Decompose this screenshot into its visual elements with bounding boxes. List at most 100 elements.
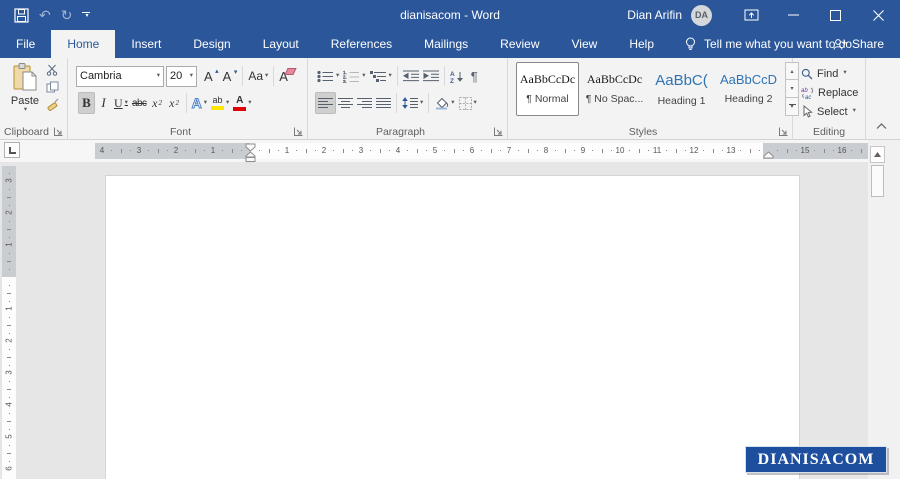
signed-in-user[interactable]: Dian Arifin xyxy=(627,8,682,22)
style-card-heading-1[interactable]: AaBbC(Heading 1 xyxy=(650,62,713,116)
maximize-button[interactable] xyxy=(814,0,856,30)
vertical-scrollbar[interactable] xyxy=(870,143,885,479)
sort-button[interactable]: AZ xyxy=(448,65,466,87)
scroll-up-icon[interactable] xyxy=(870,146,885,163)
replace-button[interactable]: ab ac Replace xyxy=(793,83,865,102)
tab-file[interactable]: File xyxy=(0,30,51,58)
numbering-button[interactable]: 1. 2. 3. ▾ xyxy=(341,65,367,87)
shading-button[interactable]: ▾ xyxy=(432,92,456,114)
line-spacing-button[interactable]: ▾ xyxy=(400,92,425,114)
bold-button[interactable]: B xyxy=(78,92,95,114)
multilevel-list-button[interactable]: ▾ xyxy=(368,65,394,87)
format-painter-icon[interactable] xyxy=(46,98,59,111)
select-cursor-icon xyxy=(801,105,813,118)
find-label: Find xyxy=(817,67,839,80)
font-color-button[interactable]: A ▾ xyxy=(231,92,253,114)
redo-icon[interactable]: ↻ xyxy=(61,8,73,22)
show-paragraph-marks-button[interactable]: ¶ xyxy=(466,65,483,87)
increase-indent-button[interactable] xyxy=(421,65,441,87)
tell-me-box[interactable]: Tell me what you want to do xyxy=(684,30,852,58)
scrollbar-thumb[interactable] xyxy=(871,165,884,197)
document-page[interactable] xyxy=(105,175,800,479)
close-button[interactable] xyxy=(856,0,900,30)
paragraph-dialog-launcher-icon[interactable] xyxy=(493,126,504,137)
tab-layout[interactable]: Layout xyxy=(247,30,315,58)
copy-icon[interactable] xyxy=(46,81,59,93)
align-center-button[interactable] xyxy=(336,92,355,114)
ruler-tick xyxy=(666,150,668,151)
style-card-heading-2[interactable]: AaBbCcD Heading 2 xyxy=(717,62,780,116)
ruler-tick xyxy=(231,149,233,153)
style-card--normal[interactable]: AaBbCcDc ¶ Normal xyxy=(516,62,579,116)
ruler-tick xyxy=(9,381,10,382)
tab-mailings[interactable]: Mailings xyxy=(408,30,484,58)
justify-button[interactable] xyxy=(374,92,393,114)
minimize-button[interactable] xyxy=(772,0,814,30)
ruler-tick xyxy=(610,150,612,151)
undo-icon[interactable]: ↶ xyxy=(39,8,51,22)
paste-clipboard-icon xyxy=(11,62,39,92)
tab-home[interactable]: Home xyxy=(51,30,116,58)
ruler-tick xyxy=(777,150,779,151)
customize-quick-access-icon[interactable]: ▾ xyxy=(82,11,91,19)
tab-design[interactable]: Design xyxy=(177,30,246,58)
font-group: Cambria ▾ 20 ▾ A A Aa▾ A B I U▾ abc x2 x… xyxy=(68,58,308,140)
align-right-button[interactable] xyxy=(355,92,374,114)
right-indent-marker[interactable] xyxy=(763,151,774,159)
left-indent-marker[interactable] xyxy=(245,143,256,162)
svg-text:3.: 3. xyxy=(343,79,347,83)
select-label: Select xyxy=(817,105,848,118)
font-dialog-launcher-icon[interactable] xyxy=(293,126,304,137)
svg-text:ab: ab xyxy=(801,88,808,94)
clear-formatting-button[interactable]: A xyxy=(277,65,295,87)
styles-dialog-launcher-icon[interactable] xyxy=(778,126,789,137)
ruler-tick xyxy=(527,149,529,153)
vertical-ruler[interactable]: 3 2 1 1 2 3 4 5 6 xyxy=(2,166,16,479)
ruler-tick xyxy=(268,149,270,153)
shrink-font-button[interactable]: A xyxy=(221,65,240,87)
style-card--no-spac-[interactable]: AaBbCcDc ¶ No Spac... xyxy=(583,62,646,116)
share-button[interactable]: Share xyxy=(833,30,884,58)
select-button[interactable]: Select ▾ xyxy=(793,102,865,121)
paste-button[interactable]: Paste ▾ xyxy=(5,62,45,134)
ruler-band xyxy=(95,143,250,159)
tab-view[interactable]: View xyxy=(556,30,614,58)
ruler-tick xyxy=(684,150,686,151)
ruler-tick xyxy=(712,149,714,153)
share-person-icon xyxy=(833,38,847,51)
strikethrough-button[interactable]: abc xyxy=(130,92,149,114)
save-icon[interactable] xyxy=(14,7,29,23)
highlight-color-swatch xyxy=(210,106,224,110)
tab-help[interactable]: Help xyxy=(613,30,670,58)
bullets-button[interactable]: ▾ xyxy=(315,65,341,87)
borders-button[interactable]: ▾ xyxy=(457,92,479,114)
tab-review[interactable]: Review xyxy=(484,30,555,58)
subscript-button[interactable]: x2 xyxy=(149,92,166,114)
tab-stop-selector[interactable] xyxy=(4,142,20,158)
ruler-tick xyxy=(7,325,11,326)
underline-button[interactable]: U ▾ xyxy=(112,92,130,114)
align-left-button[interactable] xyxy=(315,92,336,114)
change-case-button[interactable]: Aa ▾ xyxy=(246,65,270,87)
superscript-button[interactable]: x2 xyxy=(166,92,183,114)
tab-insert[interactable]: Insert xyxy=(115,30,177,58)
italic-button[interactable]: I xyxy=(95,92,112,114)
avatar[interactable]: DA xyxy=(691,4,712,26)
horizontal-ruler[interactable]: 4 3 2 1 1 2 3 4 5 6 7 8 9 10 11 12 13 15 16 xyxy=(95,143,868,162)
tab-references[interactable]: References xyxy=(315,30,408,58)
text-effects-button[interactable]: A ▾ xyxy=(190,92,209,114)
ruler-number: 2 xyxy=(4,338,14,343)
cut-icon[interactable] xyxy=(46,64,59,76)
font-family-combobox[interactable]: Cambria ▾ xyxy=(76,65,164,87)
text-highlight-button[interactable]: ab ▾ xyxy=(209,92,231,114)
font-size-combobox[interactable]: 20 ▾ xyxy=(166,65,197,87)
decrease-indent-button[interactable] xyxy=(401,65,421,87)
ruler-tick xyxy=(351,150,353,151)
find-button[interactable]: Find ▾ xyxy=(793,64,865,83)
grow-font-button[interactable]: A xyxy=(202,65,221,87)
collapse-ribbon-icon[interactable] xyxy=(876,123,887,134)
clipboard-group-label: Clipboard xyxy=(4,126,49,138)
ruler-number: 3 xyxy=(4,178,14,183)
clipboard-dialog-launcher-icon[interactable] xyxy=(53,126,64,137)
ribbon-display-options-icon[interactable] xyxy=(730,0,772,30)
